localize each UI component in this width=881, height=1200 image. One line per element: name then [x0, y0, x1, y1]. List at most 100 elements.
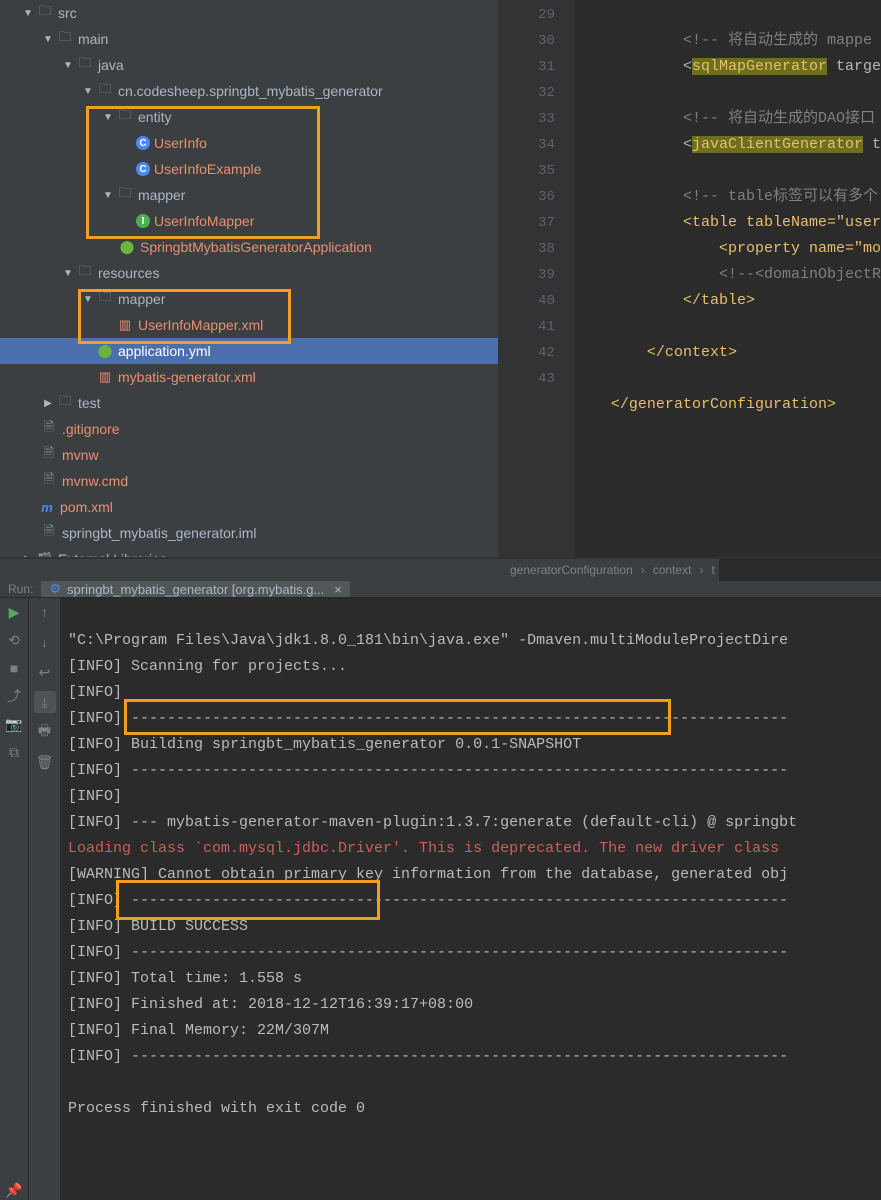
console-output[interactable]: "C:\Program Files\Java\jdk1.8.0_181\bin\…	[60, 598, 881, 1200]
tree-item-iml[interactable]: 🗎springbt_mybatis_generator.iml	[0, 520, 498, 546]
editor[interactable]: 29 30 31 32 33 34 35 36 37 38 39 40 41 4…	[498, 0, 881, 557]
print-icon[interactable]: 🖶	[35, 722, 55, 742]
console-line: [INFO]	[68, 788, 122, 805]
tree-label: java	[98, 57, 124, 73]
console-line: "C:\Program Files\Java\jdk1.8.0_181\bin\…	[68, 632, 788, 649]
console-line: [INFO] ---------------------------------…	[68, 762, 788, 779]
tree-item-src[interactable]: ▼🗀src	[0, 0, 498, 26]
chevron-down-icon: ▼	[100, 112, 116, 123]
run-tab-title: springbt_mybatis_generator [org.mybatis.…	[67, 582, 324, 597]
project-tree[interactable]: ▼🗀src ▼🗀main ▼🗀java ▼🗀cn.codesheep.sprin…	[0, 0, 498, 557]
chevron-right-icon: ›	[637, 563, 649, 577]
tree-item-package[interactable]: ▼🗀cn.codesheep.springbt_mybatis_generato…	[0, 78, 498, 104]
class-icon: C	[136, 162, 150, 176]
tree-label: entity	[138, 109, 171, 125]
library-icon: 🗃	[36, 550, 54, 557]
trash-icon[interactable]: 🗑	[35, 752, 55, 772]
console-line: [INFO] ---------------------------------…	[68, 710, 788, 727]
package-icon: 🗀	[116, 108, 134, 126]
tree-item-java[interactable]: ▼🗀java	[0, 52, 498, 78]
console-line: [INFO] Final Memory: 22M/307M	[68, 1022, 329, 1039]
tree-label: .gitignore	[62, 421, 120, 437]
tree-label: application.yml	[118, 343, 211, 359]
up-icon[interactable]: ↑	[35, 602, 55, 622]
tree-item-mvnw[interactable]: 🗎mvnw	[0, 442, 498, 468]
tree-item-gitignore[interactable]: 🗎.gitignore	[0, 416, 498, 442]
tree-label: mapper	[138, 187, 185, 203]
rerun-button[interactable]: ▶	[4, 602, 24, 622]
tree-label: src	[58, 5, 77, 21]
run-tab[interactable]: ⚙ springbt_mybatis_generator [org.mybati…	[41, 581, 351, 597]
class-icon: C	[136, 136, 150, 150]
xml-icon: ▥	[96, 368, 114, 386]
scroll-to-end-icon[interactable]: ⤓	[35, 692, 55, 712]
console-line: [INFO] Scanning for projects...	[68, 658, 347, 675]
package-icon: 🗀	[96, 82, 114, 100]
console-line: [INFO] BUILD SUCCESS	[68, 918, 248, 935]
tree-label: cn.codesheep.springbt_mybatis_generator	[118, 83, 383, 99]
console-line: [INFO] Total time: 1.558 s	[68, 970, 302, 987]
tree-label: springbt_mybatis_generator.iml	[62, 525, 257, 541]
folder-icon: 🗀	[56, 30, 74, 48]
console-line: Loading class `com.mysql.jdbc.Driver'. T…	[68, 840, 788, 857]
attach-button[interactable]: ⟲	[4, 630, 24, 650]
tree-label: resources	[98, 265, 159, 281]
exit-button[interactable]: ⤴	[4, 686, 24, 706]
tree-label: mybatis-generator.xml	[118, 369, 256, 385]
tree-item-extlib[interactable]: ▶🗃External Libraries	[0, 546, 498, 557]
spring-icon: ⬤	[118, 238, 136, 256]
tree-item-userinfomapper[interactable]: I UserInfoMapper	[0, 208, 498, 234]
run-toolbar-left: ▶ ⟲ ■ ⤴ 📷 ⧉ 📌	[0, 598, 28, 1200]
wrap-icon[interactable]: ↩	[35, 662, 55, 682]
tree-item-appyml[interactable]: ⬤application.yml	[0, 338, 498, 364]
chevron-right-icon: ▶	[20, 554, 36, 558]
chevron-down-icon: ▼	[60, 60, 76, 71]
console-line: Process finished with exit code 0	[68, 1100, 365, 1117]
breadcrumb[interactable]: generatorConfiguration› context› t	[498, 558, 719, 581]
tree-item-userinfo[interactable]: C UserInfo	[0, 130, 498, 156]
crumb-item[interactable]: context	[649, 563, 696, 577]
interface-icon: I	[136, 214, 150, 228]
tree-item-main[interactable]: ▼🗀main	[0, 26, 498, 52]
tree-item-resmapper[interactable]: ▼🗀mapper	[0, 286, 498, 312]
tree-label: UserInfoMapper	[154, 213, 254, 229]
down-icon[interactable]: ↓	[35, 632, 55, 652]
console-line: [INFO] --- mybatis-generator-maven-plugi…	[68, 814, 797, 831]
restore-button[interactable]: ⧉	[4, 742, 24, 762]
run-tab-bar: Run: ⚙ springbt_mybatis_generator [org.m…	[0, 581, 881, 598]
gutter: 29 30 31 32 33 34 35 36 37 38 39 40 41 4…	[498, 0, 575, 557]
console-line: [WARNING] Cannot obtain primary key info…	[68, 866, 788, 883]
chevron-down-icon: ▼	[60, 268, 76, 279]
tree-label: UserInfo	[154, 135, 207, 151]
crumb-item[interactable]: generatorConfiguration	[506, 563, 637, 577]
file-icon: 🗎	[40, 446, 58, 464]
code-area[interactable]: <!-- 将自动生成的 mappe <sqlMapGenerator targe…	[575, 0, 881, 557]
pin-icon[interactable]: 📌	[4, 1180, 24, 1200]
run-label: Run:	[0, 582, 41, 596]
tree-item-appclass[interactable]: ⬤SpringbtMybatisGeneratorApplication	[0, 234, 498, 260]
tree-item-userinfoexample[interactable]: CUserInfoExample	[0, 156, 498, 182]
tree-label: main	[78, 31, 108, 47]
crumb-item[interactable]: t	[707, 563, 718, 577]
folder-icon: 🗀	[56, 394, 74, 412]
tree-item-userinfomapperxml[interactable]: ▥UserInfoMapper.xml	[0, 312, 498, 338]
tree-item-pom[interactable]: mpom.xml	[0, 494, 498, 520]
chevron-right-icon: ▶	[40, 398, 56, 409]
tree-item-mvnwcmd[interactable]: 🗎mvnw.cmd	[0, 468, 498, 494]
chevron-down-icon: ▼	[100, 190, 116, 201]
close-icon[interactable]: ×	[334, 582, 342, 597]
camera-icon[interactable]: 📷	[4, 714, 24, 734]
tree-item-test[interactable]: ▶🗀test	[0, 390, 498, 416]
folder-icon: 🗀	[96, 290, 114, 308]
package-icon: 🗀	[116, 186, 134, 204]
tree-item-resources[interactable]: ▼🗀resources	[0, 260, 498, 286]
tree-item-entity[interactable]: ▼🗀entity	[0, 104, 498, 130]
file-icon: 🗎	[40, 420, 58, 438]
console-line: [INFO]	[68, 684, 122, 701]
tree-item-genxml[interactable]: ▥mybatis-generator.xml	[0, 364, 498, 390]
tree-item-mapperpkg[interactable]: ▼🗀mapper	[0, 182, 498, 208]
chevron-down-icon: ▼	[20, 8, 36, 19]
folder-icon: 🗀	[76, 56, 94, 74]
folder-icon: 🗀	[76, 264, 94, 282]
stop-button[interactable]: ■	[4, 658, 24, 678]
